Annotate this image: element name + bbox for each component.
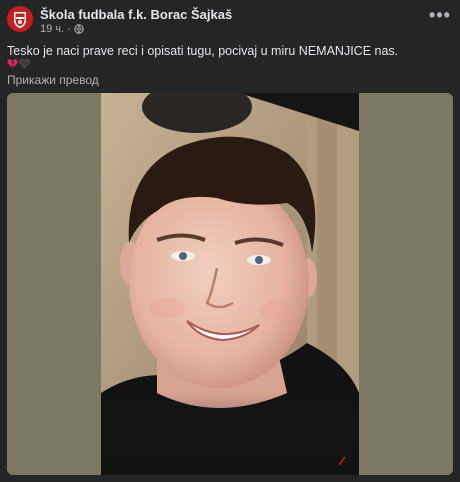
meta-separator: · [67, 23, 71, 35]
globe-icon [74, 24, 84, 34]
memorial-portrait-image [7, 93, 453, 475]
post-meta: 19 ч. · [40, 23, 84, 35]
post-photo[interactable] [7, 93, 453, 475]
page-avatar[interactable] [7, 6, 33, 32]
post-card: Škola fudbala f.k. Borac Šajkaš 19 ч. · … [0, 0, 460, 482]
club-logo-icon [7, 6, 33, 32]
post-time[interactable]: 19 ч. [40, 23, 64, 35]
page-name-link[interactable]: Škola fudbala f.k. Borac Šajkaš [40, 7, 232, 22]
black-heart-icon [19, 58, 30, 69]
post-text: Tesko je naci prave reci i opisati tugu,… [7, 44, 399, 58]
see-translation-link[interactable]: Прикажи превод [7, 73, 99, 87]
post-header: Škola fudbala f.k. Borac Šajkaš 19 ч. · … [0, 0, 460, 40]
more-options-button[interactable]: ••• [428, 6, 452, 28]
emoji-row [7, 58, 30, 69]
broken-heart-icon [7, 58, 18, 69]
